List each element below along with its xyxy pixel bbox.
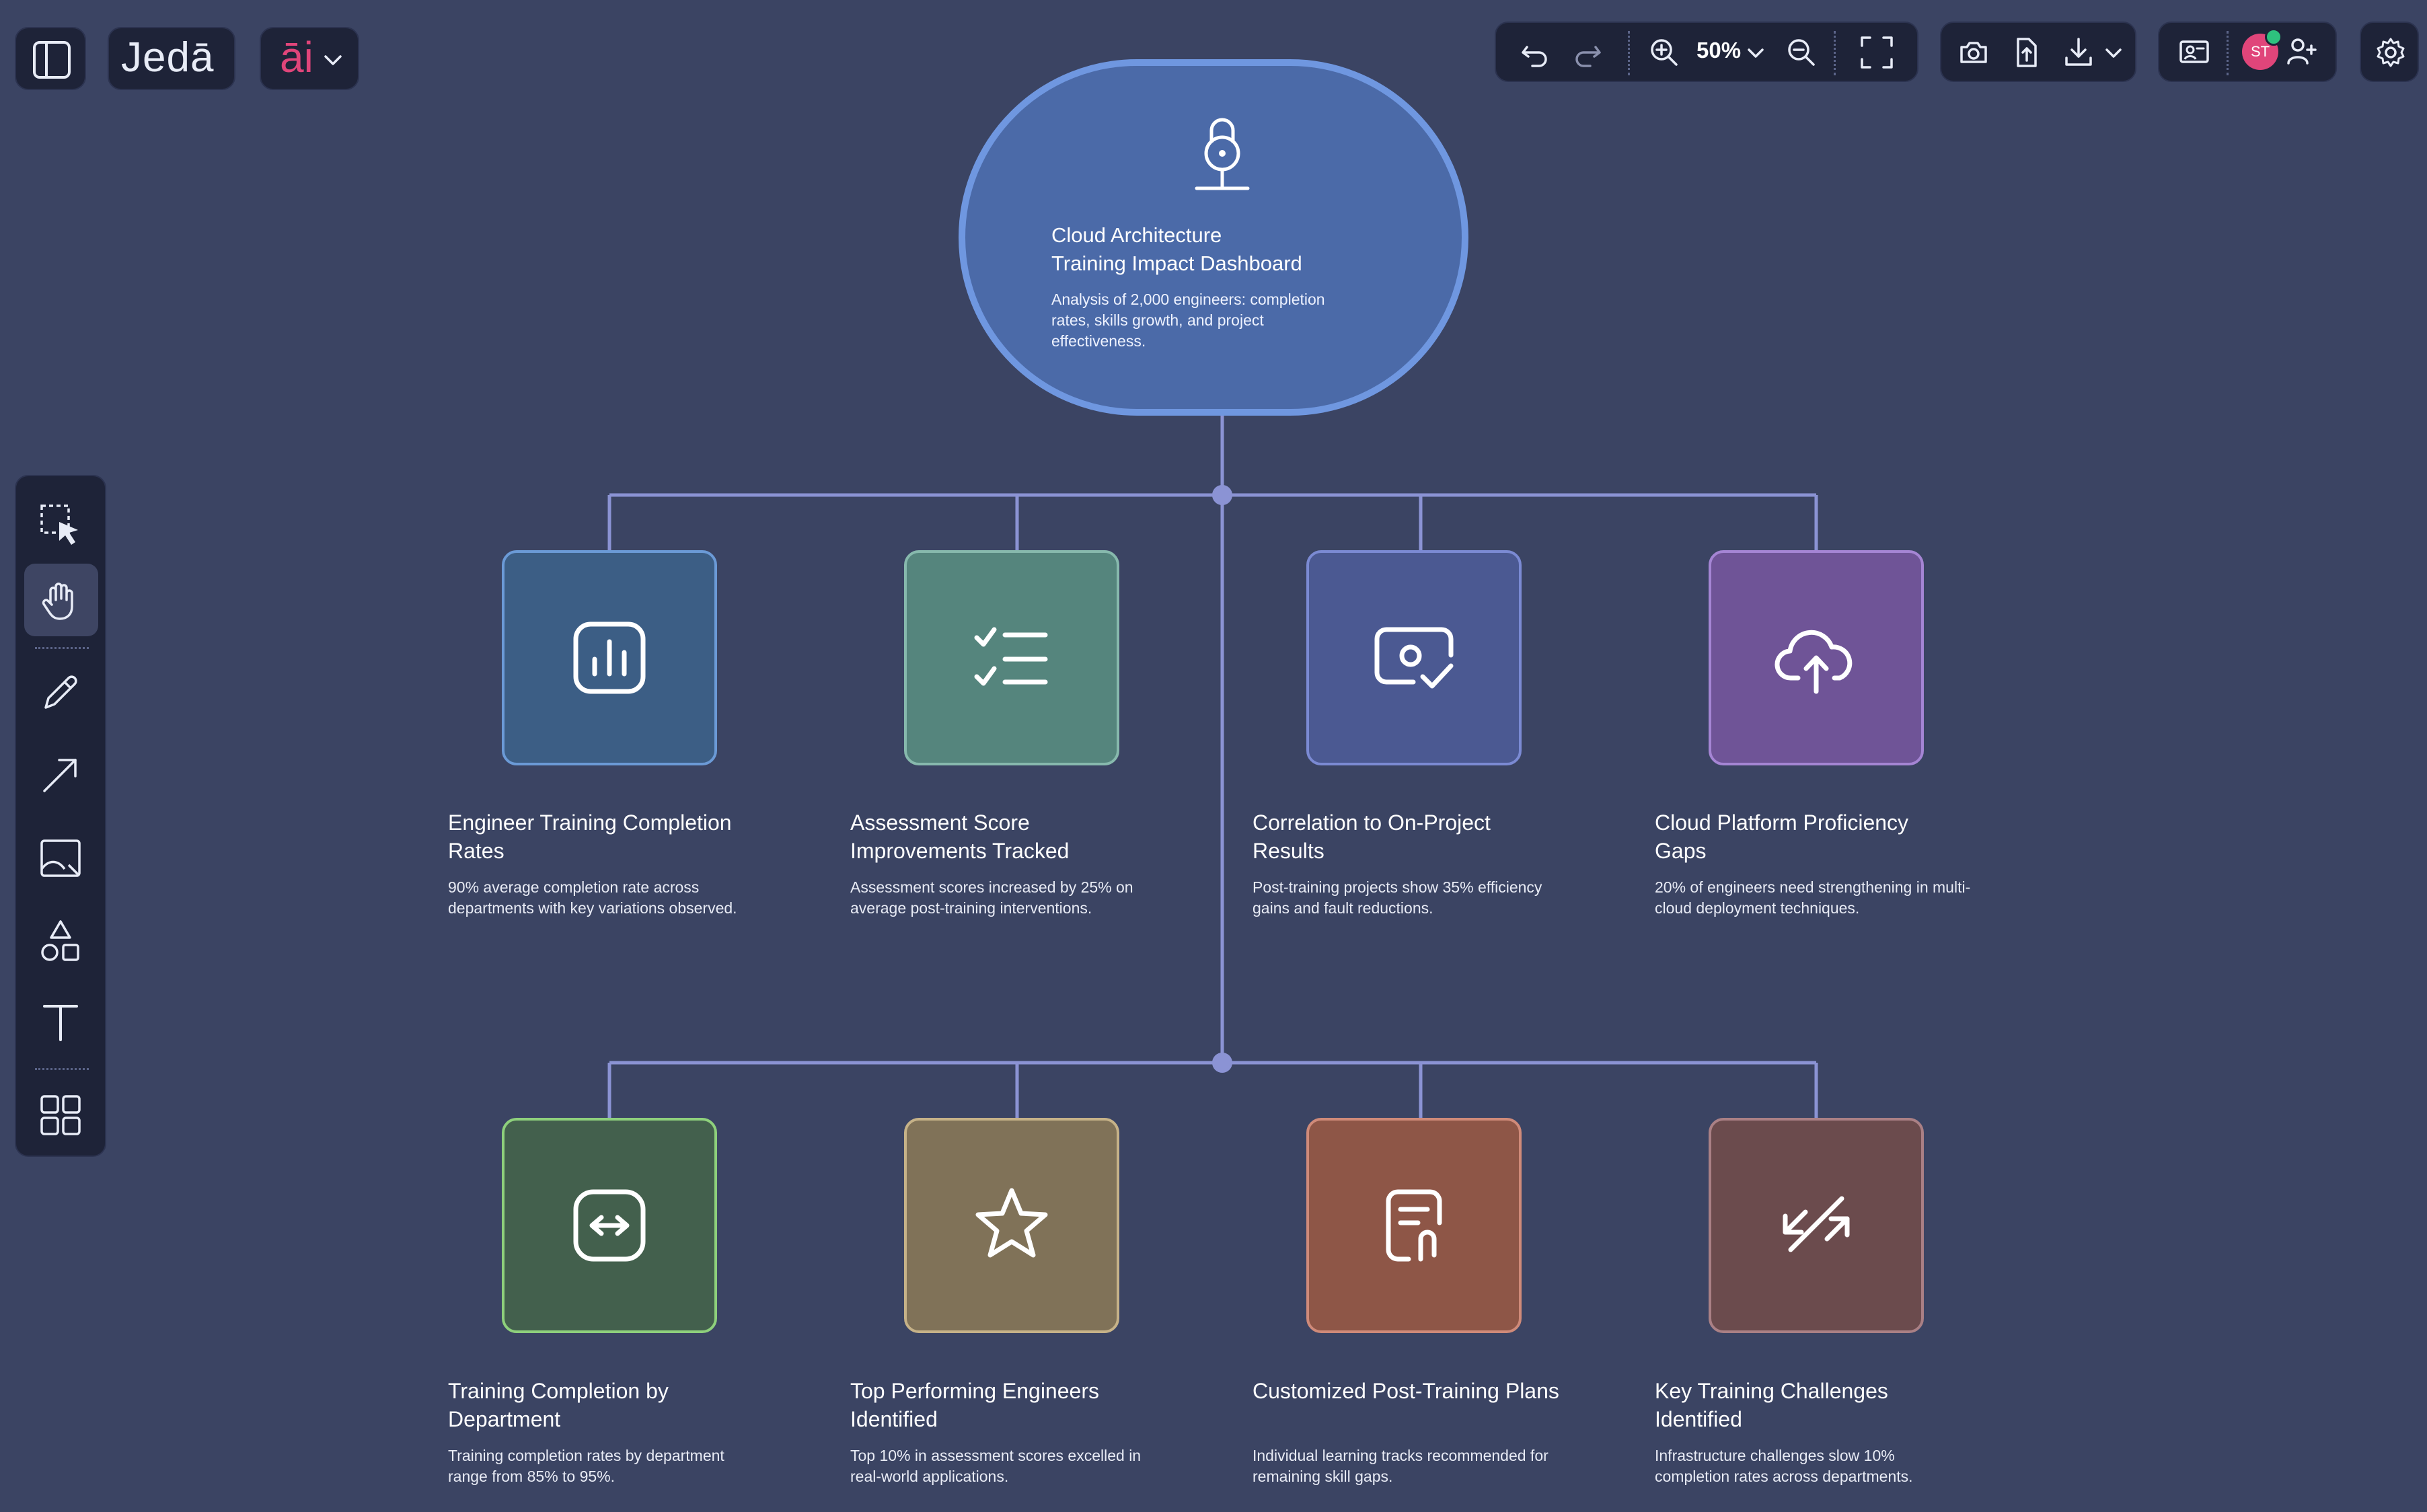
hero-title: Cloud Architecture Training Impact Dashb… bbox=[1051, 221, 1401, 278]
card-description: 90% average completion rate across depar… bbox=[448, 878, 737, 917]
card-title: Top Performing Engineers Identified bbox=[850, 1379, 1099, 1431]
card-title: Key Training Challenges Identified bbox=[1655, 1379, 1888, 1431]
card-description: Top 10% in assessment scores excelled in… bbox=[850, 1447, 1142, 1485]
card-description: Post-training projects show 35% efficien… bbox=[1253, 878, 1542, 917]
hero-title-line1: Cloud Architecture bbox=[1051, 223, 1222, 247]
card-proficiency-gaps[interactable] bbox=[1709, 550, 1924, 765]
card-description: 20% of engineers need strengthening in m… bbox=[1655, 878, 1971, 917]
card-training-completion-rates[interactable] bbox=[502, 550, 717, 765]
star-icon bbox=[975, 1188, 1048, 1258]
hero-description: Analysis of 2,000 engineers: completion … bbox=[1051, 291, 1325, 350]
checklist-icon bbox=[974, 627, 1048, 686]
card-top-performers[interactable] bbox=[904, 1118, 1119, 1333]
card-training-challenges[interactable] bbox=[1709, 1118, 1924, 1333]
cloud-upload-icon bbox=[1775, 630, 1853, 694]
card-title: Training Completion by Department bbox=[448, 1379, 669, 1431]
hero-title-line2: Training Impact Dashboard bbox=[1051, 252, 1302, 275]
lock-icon bbox=[1195, 118, 1250, 190]
card-title: Customized Post-Training Plans bbox=[1253, 1379, 1559, 1403]
card-title: Engineer Training Completion Rates bbox=[448, 810, 732, 863]
card-post-training-plans[interactable] bbox=[1306, 1118, 1522, 1333]
card-description: Infrastructure challenges slow 10% compl… bbox=[1655, 1447, 1913, 1485]
card-assessment-score[interactable] bbox=[904, 550, 1119, 765]
card-completion-by-department[interactable] bbox=[502, 1118, 717, 1333]
card-description: Assessment scores increased by 25% on av… bbox=[850, 878, 1133, 917]
card-title: Assessment Score Improvements Tracked bbox=[850, 810, 1070, 863]
junction-dot bbox=[1212, 1053, 1232, 1073]
card-description: Training completion rates by department … bbox=[448, 1447, 724, 1485]
slash-arrows-icon bbox=[1783, 1196, 1850, 1252]
arrows-exchange-icon bbox=[573, 1189, 646, 1262]
junction-dot bbox=[1212, 485, 1232, 505]
money-check-icon bbox=[1374, 627, 1454, 689]
bar-chart-icon bbox=[573, 621, 646, 694]
card-title: Cloud Platform Proficiency Gaps bbox=[1655, 810, 1909, 863]
card-on-project-results[interactable] bbox=[1306, 550, 1522, 765]
card-description: Individual learning tracks recommended f… bbox=[1253, 1447, 1548, 1485]
document-clip-icon bbox=[1386, 1189, 1442, 1262]
card-title: Correlation to On-Project Results bbox=[1253, 810, 1491, 863]
